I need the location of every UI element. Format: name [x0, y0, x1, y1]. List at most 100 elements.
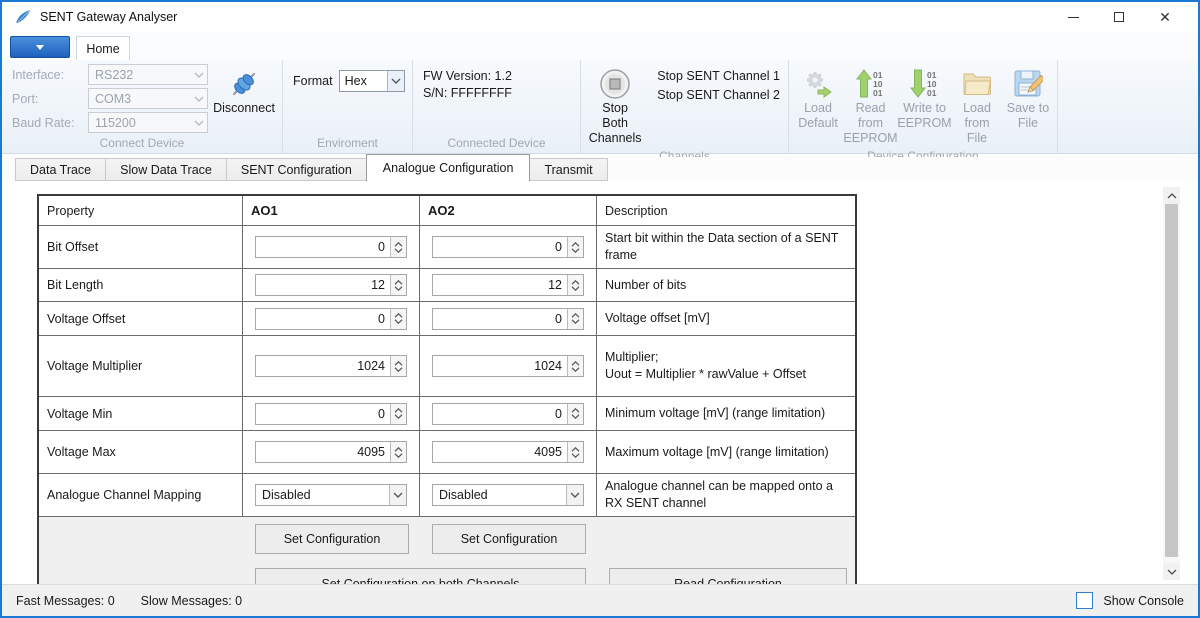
tab-analogue-configuration[interactable]: Analogue Configuration [366, 154, 531, 181]
chevron-down-icon [394, 286, 403, 291]
tab-data-trace[interactable]: Data Trace [15, 158, 106, 181]
minimize-button[interactable] [1050, 2, 1096, 32]
chevron-up-icon [571, 242, 580, 247]
ribbon-tab-home[interactable]: Home [76, 36, 130, 61]
ao1-voltage-min-spinner[interactable]: 0 [255, 403, 407, 425]
interface-combobox[interactable]: RS232 [88, 64, 208, 85]
ao1-voltage-max-spinner[interactable]: 4095 [255, 441, 407, 463]
scroll-down-button[interactable] [1163, 563, 1180, 580]
chevron-down-icon [191, 72, 207, 78]
row-label-voltage-multiplier: Voltage Multiplier [39, 336, 243, 397]
scrollbar-thumb[interactable] [1165, 204, 1178, 557]
chevron-up-icon [571, 280, 580, 285]
folder-icon [962, 67, 992, 101]
spinner-up-down-buttons[interactable] [390, 356, 406, 376]
port-label: Port: [12, 92, 88, 106]
format-combobox[interactable]: Hex [339, 70, 405, 92]
chevron-up-icon [394, 313, 403, 318]
row-label-voltage-offset: Voltage Offset [39, 302, 243, 336]
show-console-label: Show Console [1103, 594, 1184, 608]
spinner-up-down-buttons[interactable] [567, 309, 583, 329]
description-bit-offset: Start bit within the Data section of a S… [597, 226, 855, 269]
write-to-eeprom-button[interactable]: 01 10 01 Write to EEPROM [898, 64, 951, 149]
maximize-button[interactable] [1096, 2, 1142, 32]
chevron-down-icon [394, 414, 403, 419]
port-combobox[interactable]: COM3 [88, 88, 208, 109]
ao2-voltage-min-spinner[interactable]: 0 [432, 403, 584, 425]
tab-transmit[interactable]: Transmit [529, 158, 607, 181]
tab-slow-data-trace[interactable]: Slow Data Trace [105, 158, 227, 181]
chevron-down-icon [387, 71, 404, 91]
connector-icon [228, 67, 260, 101]
chevron-up-icon [571, 361, 580, 366]
svg-text:01: 01 [873, 88, 883, 98]
page-tab-strip: Data Trace Slow Data Trace SENT Configur… [2, 157, 1198, 181]
stop-sent-channel-2-button[interactable]: Stop SENT Channel 2 [653, 87, 784, 103]
spinner-up-down-buttons[interactable] [390, 237, 406, 257]
stop-both-channels-button[interactable]: Stop Both Channels [585, 64, 645, 149]
stop-sent-channel-1-button[interactable]: Stop SENT Channel 1 [653, 68, 784, 84]
scroll-up-button[interactable] [1163, 187, 1180, 204]
ao2-voltage-multiplier-spinner[interactable]: 1024 [432, 355, 584, 377]
vertical-scrollbar[interactable] [1163, 187, 1180, 580]
analogue-configuration-table: Property AO1 AO2 Description Bit Offset … [37, 194, 857, 584]
group-label-connected-device: Connected Device [413, 136, 580, 153]
chevron-down-icon [571, 414, 580, 419]
ao1-voltage-offset-spinner[interactable]: 0 [255, 308, 407, 330]
set-configuration-both-channels-button[interactable]: Set Configuration on both Channels [255, 568, 586, 584]
spinner-up-down-buttons[interactable] [390, 275, 406, 295]
save-to-file-button[interactable]: Save to File [1003, 64, 1053, 149]
chevron-up-icon [394, 361, 403, 366]
description-voltage-max: Maximum voltage [mV] (range limitation) [597, 431, 855, 474]
spinner-up-down-buttons[interactable] [567, 275, 583, 295]
read-from-eeprom-button[interactable]: 01 10 01 Read from EEPROM [844, 64, 897, 149]
ao2-bit-offset-spinner[interactable]: 0 [432, 236, 584, 258]
spinner-up-down-buttons[interactable] [567, 404, 583, 424]
serial-number-text: S/N: FFFFFFFF [423, 86, 512, 100]
spinner-up-down-buttons[interactable] [390, 309, 406, 329]
floppy-pencil-icon [1013, 67, 1043, 101]
tab-sent-configuration[interactable]: SENT Configuration [226, 158, 367, 181]
spinner-up-down-buttons[interactable] [390, 442, 406, 462]
ribbon-group-environment: Format Hex Enviroment [283, 60, 413, 153]
column-header-property: Property [39, 196, 243, 226]
ao2-voltage-max-spinner[interactable]: 4095 [432, 441, 584, 463]
spinner-up-down-buttons[interactable] [567, 237, 583, 257]
ao2-bit-length-spinner[interactable]: 12 [432, 274, 584, 296]
show-console-checkbox[interactable] [1076, 592, 1093, 609]
read-from-eeprom-label: Read from EEPROM [843, 101, 897, 146]
ribbon: Interface: RS232 Port: COM3 [2, 60, 1198, 154]
load-default-button[interactable]: Load Default [793, 64, 843, 149]
ribbon-group-connected-device: FW Version: 1.2 S/N: FFFFFFFF Connected … [413, 60, 581, 153]
spinner-up-down-buttons[interactable] [567, 442, 583, 462]
load-default-label: Load Default [796, 101, 840, 131]
arrow-up-binary-icon: 01 10 01 [856, 67, 886, 101]
ao1-bit-length-spinner[interactable]: 12 [255, 274, 407, 296]
gear-arrow-icon [803, 67, 833, 101]
read-configuration-button[interactable]: Read Configuration [609, 568, 847, 584]
description-voltage-min: Minimum voltage [mV] (range limitation) [597, 397, 855, 431]
column-header-ao1: AO1 [243, 196, 420, 226]
stop-icon [599, 67, 631, 101]
ao2-voltage-offset-spinner[interactable]: 0 [432, 308, 584, 330]
disconnect-button[interactable]: Disconnect [214, 64, 274, 136]
status-bar: Fast Messages: 0 Slow Messages: 0 Show C… [2, 584, 1198, 616]
spinner-up-down-buttons[interactable] [567, 356, 583, 376]
set-configuration-ao2-button[interactable]: Set Configuration [432, 524, 586, 554]
close-button[interactable]: ✕ [1142, 2, 1188, 32]
ao1-bit-offset-spinner[interactable]: 0 [255, 236, 407, 258]
ao1-channel-mapping-combobox[interactable]: Disabled [255, 484, 407, 506]
interface-label: Interface: [12, 68, 88, 82]
ao1-voltage-multiplier-spinner[interactable]: 1024 [255, 355, 407, 377]
ao2-channel-mapping-combobox[interactable]: Disabled [432, 484, 584, 506]
chevron-up-icon [571, 408, 580, 413]
window-title: SENT Gateway Analyser [40, 10, 177, 24]
baud-rate-combobox[interactable]: 115200 [88, 112, 208, 133]
ribbon-group-connect-device: Interface: RS232 Port: COM3 [2, 60, 283, 153]
load-from-file-button[interactable]: Load from File [952, 64, 1002, 149]
app-menu-button[interactable] [10, 36, 70, 58]
svg-text:01: 01 [927, 88, 937, 98]
spinner-up-down-buttons[interactable] [390, 404, 406, 424]
set-configuration-ao1-button[interactable]: Set Configuration [255, 524, 409, 554]
stop-both-channels-label: Stop Both Channels [588, 101, 642, 146]
